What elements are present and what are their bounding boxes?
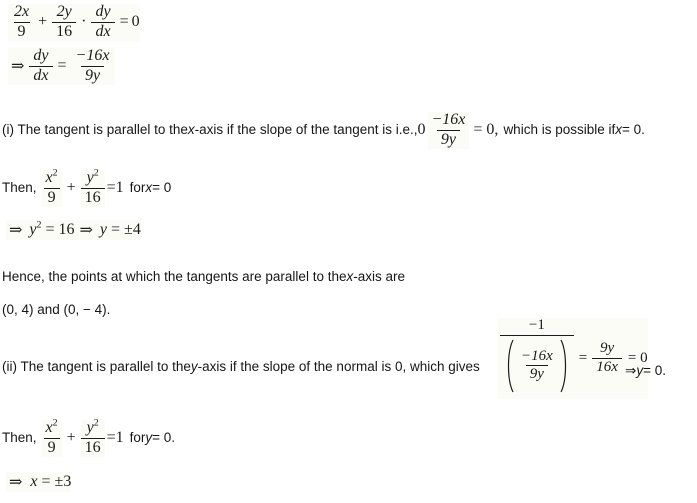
equals-sign: = <box>578 349 588 366</box>
part-i-text-mid: -axis if the slope of the tangent is i.e… <box>194 122 418 138</box>
equals-one: =1 <box>106 179 124 197</box>
variable-y: y <box>99 221 108 238</box>
fraction-2y-over-16: 2y 16 <box>52 3 77 41</box>
hence-statement: Hence, the points at which the tangents … <box>2 268 405 286</box>
for-variable-y: y <box>145 430 153 446</box>
condition-variable-x: x <box>615 122 622 138</box>
implies-arrow-icon: ⇒ <box>9 474 23 491</box>
fraction-x2-over-9: x2 9 <box>41 168 62 207</box>
plus-operator: + <box>66 429 76 447</box>
variable-x: x <box>187 122 195 138</box>
variable-x: x <box>30 473 38 490</box>
equals-one: =1 <box>106 429 124 447</box>
equals-sign: = <box>119 13 129 31</box>
fraction-neg1-over-nested: −1 −16x 9y <box>500 317 574 399</box>
parenthesized-fraction: −16x 9y <box>504 338 570 394</box>
plus-operator: + <box>38 13 48 31</box>
fraction-dy-over-dx: dy dx <box>29 47 53 85</box>
hence-text-after: -axis are <box>353 268 405 284</box>
hence-text-before: Hence, the points at which the tangents … <box>2 268 347 284</box>
then-clause-x: Then, x2 9 + y2 16 =1 for x = 0 <box>2 168 172 207</box>
fraction-y2-over-16: y2 16 <box>80 418 105 457</box>
implies-arrow-icon: ⇒ <box>9 222 23 239</box>
y-value: = ±4 <box>111 221 141 238</box>
result-variable-y: y <box>636 362 644 378</box>
equation-y-squared-result: ⇒ y2 = 16 ⇒ y = ±4 <box>6 220 141 240</box>
then-clause-y: Then, x2 9 + y2 16 =1 for y = 0. <box>2 418 176 457</box>
for-variable-x: x <box>145 180 153 196</box>
fraction-9y-over-16x: 9y 16x <box>592 340 622 376</box>
variable-y: y <box>190 358 198 374</box>
fraction-neg16x-over-9y: −16x 9y <box>427 111 470 149</box>
for-value: = 0 <box>152 180 172 196</box>
fraction-2x-over-9: 2x 9 <box>13 3 30 40</box>
equation-differentiation: 2x 9 + 2y 16 · dy dx = 0 <box>8 3 140 41</box>
then-label: Then, <box>2 180 37 196</box>
fraction-x2-over-9: x2 9 <box>41 418 62 457</box>
equals-sixteen: = 16 <box>45 221 75 238</box>
equation-rhs-zero: 0 <box>131 13 140 31</box>
part-i-text-before: (i) The tangent is parallel to the <box>2 122 188 138</box>
tangent-points-x-axis: (0, 4) and (0, − 4). <box>2 302 111 317</box>
result-value: = 0. <box>643 362 666 378</box>
x-value: = ±3 <box>41 473 72 490</box>
part-ii-text-mid: -axis if the slope of the normal is 0, w… <box>197 358 480 374</box>
fraction-dy-over-dx: dy dx <box>91 3 115 41</box>
for-value: = 0. <box>152 430 176 446</box>
equation-derivative-result: ⇒ dy dx = −16x 9y <box>8 47 116 85</box>
variable-x: x <box>346 268 354 284</box>
equals-sign: = <box>57 57 67 75</box>
part-ii-statement: (ii) The tangent is parallel to the y -a… <box>2 358 480 376</box>
implies-arrow-icon: ⇒ <box>625 362 637 378</box>
condition-value: = 0. <box>621 122 645 138</box>
left-paren-icon <box>504 338 515 394</box>
equals-zero: = 0, <box>473 121 499 139</box>
lead-zero: 0 <box>417 121 426 139</box>
part-ii-conclusion: ⇒ y = 0. <box>625 362 666 380</box>
implies-arrow-icon-2: ⇒ <box>79 222 93 239</box>
part-ii-text-before: (ii) The tangent is parallel to the <box>2 358 191 374</box>
multiplication-dot: · <box>81 13 87 31</box>
variable-y-squared: y2 <box>29 219 42 238</box>
for-text: for <box>129 180 146 196</box>
nested-fraction-expression: −1 −16x 9y = 9y 16x = 0 <box>498 317 648 399</box>
fraction-y2-over-16: y2 16 <box>80 168 105 207</box>
for-text: for <box>129 430 146 446</box>
then-label: Then, <box>2 430 37 446</box>
fraction-neg16x-over-9y: −16x 9y <box>75 47 110 84</box>
plus-operator: + <box>66 179 76 197</box>
right-paren-icon <box>559 338 570 394</box>
part-i-text-after: which is possible if <box>503 122 616 138</box>
implies-arrow-icon: ⇒ <box>11 58 25 76</box>
fraction-neg16x-over-9y: −16x 9y <box>521 347 553 383</box>
equation-x-result: ⇒ x = ±3 <box>6 472 72 492</box>
part-i-statement: (i) The tangent is parallel to the x -ax… <box>2 111 645 149</box>
